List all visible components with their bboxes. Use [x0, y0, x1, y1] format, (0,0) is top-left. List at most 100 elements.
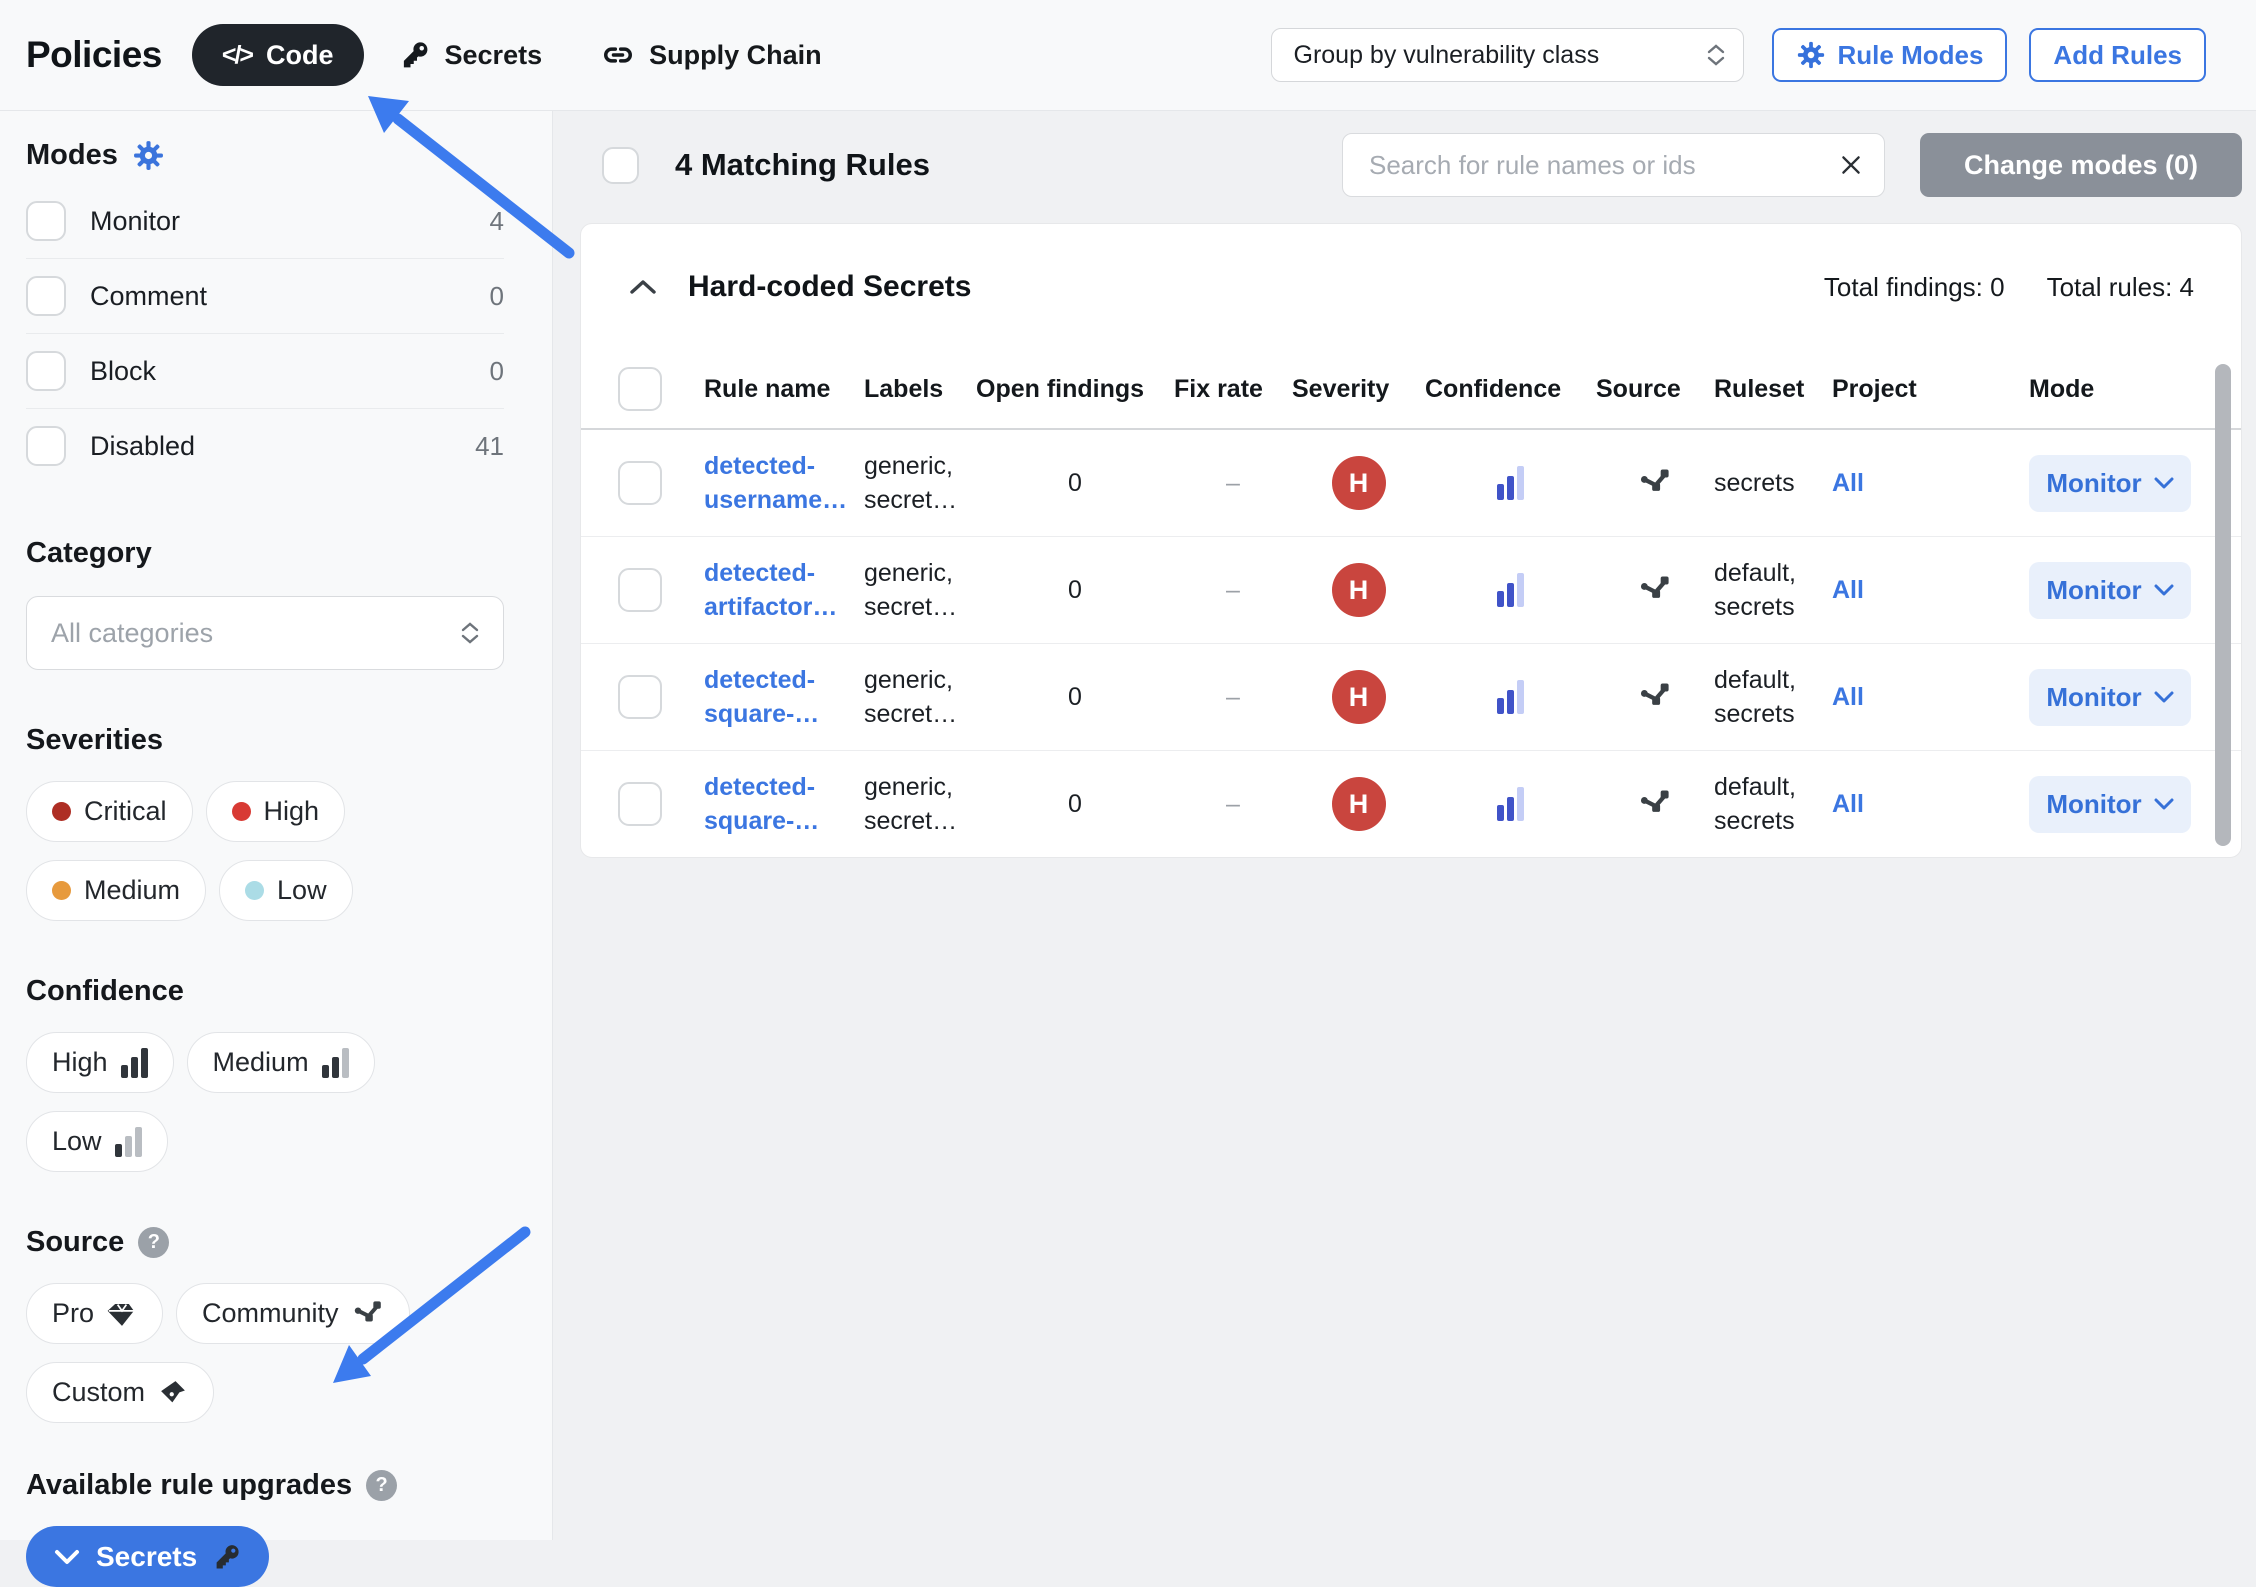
ruleset-value: default,secrets [1714, 770, 1832, 838]
tab-code[interactable]: </> Code [192, 24, 364, 86]
rule-labels: generic,secret… [864, 770, 976, 838]
row-checkbox[interactable] [618, 782, 662, 826]
rule-modes-label: Rule Modes [1838, 40, 1984, 71]
tab-secrets[interactable]: Secrets [400, 40, 543, 71]
rule-labels: generic,secret… [864, 663, 976, 731]
critical-dot-icon [52, 802, 71, 821]
source-help-icon[interactable]: ? [138, 1227, 169, 1258]
table-row: detected-artifactor… generic,secret… 0 –… [581, 537, 2241, 644]
mode-filter-list: Monitor 4 Comment 0 Block 0 Disabled 41 [26, 184, 504, 483]
row-checkbox[interactable] [618, 568, 662, 612]
confidence-low-bars-icon [115, 1127, 142, 1157]
rule-name-link[interactable]: detected-square-… [704, 770, 864, 838]
col-rule-name: Rule name [704, 375, 864, 404]
rule-name-link[interactable]: detected-artifactor… [704, 556, 864, 624]
rule-search-input[interactable] [1367, 149, 1838, 182]
severity-pill-low[interactable]: Low [219, 860, 353, 921]
col-project: Project [1832, 375, 2029, 404]
low-dot-icon [245, 881, 264, 900]
rule-name-link[interactable]: detected-username… [704, 449, 864, 517]
project-all-link[interactable]: All [1832, 790, 2029, 819]
community-source-icon [1596, 787, 1714, 821]
confidence-medium-bars-icon [322, 1048, 349, 1078]
filters-sidebar: Modes Monitor 4 Comment 0 Block 0 [0, 111, 553, 1540]
mode-count: 0 [490, 281, 504, 312]
rule-modes-button[interactable]: Rule Modes [1772, 28, 2008, 82]
category-value: All categories [51, 618, 213, 649]
add-rules-label: Add Rules [2053, 40, 2182, 71]
source-title: Source [26, 1226, 124, 1259]
collapse-chevron-icon[interactable] [626, 270, 660, 304]
vertical-scrollbar-thumb[interactable] [2215, 364, 2231, 846]
tab-secrets-label: Secrets [445, 40, 543, 71]
confidence-pill-low[interactable]: Low [26, 1111, 168, 1172]
group-by-select[interactable]: Group by vulnerability class [1271, 28, 1744, 82]
mode-dropdown[interactable]: Monitor [2029, 669, 2191, 726]
upgrades-help-icon[interactable]: ? [366, 1470, 397, 1501]
tab-code-label: Code [266, 40, 334, 71]
fix-rate-value: – [1174, 469, 1292, 498]
open-findings-value: 0 [976, 790, 1174, 819]
project-all-link[interactable]: All [1832, 683, 2029, 712]
category-title: Category [26, 537, 504, 570]
source-pill-community[interactable]: Community [176, 1283, 410, 1344]
fix-rate-value: – [1174, 576, 1292, 605]
confidence-pill-medium[interactable]: Medium [187, 1032, 375, 1093]
pill-label: Medium [213, 1047, 309, 1078]
key-icon [213, 1543, 241, 1571]
col-labels: Labels [864, 375, 976, 404]
mode-label: Monitor [90, 206, 180, 237]
source-pill-pro[interactable]: Pro [26, 1283, 163, 1344]
severity-high-badge: H [1332, 670, 1386, 724]
disabled-checkbox[interactable] [26, 426, 66, 466]
tab-supply-chain-label: Supply Chain [649, 40, 822, 71]
change-modes-button[interactable]: Change modes (0) [1920, 133, 2242, 197]
project-all-link[interactable]: All [1832, 576, 2029, 605]
mode-row-comment[interactable]: Comment 0 [26, 259, 504, 334]
high-dot-icon [232, 802, 251, 821]
category-select[interactable]: All categories [26, 596, 504, 670]
modes-settings-gear-icon[interactable] [132, 139, 165, 172]
row-checkbox[interactable] [618, 675, 662, 719]
select-all-checkbox[interactable] [602, 147, 639, 184]
add-rules-button[interactable]: Add Rules [2029, 28, 2206, 82]
matching-rules-count: 4 Matching Rules [675, 147, 930, 183]
severity-pill-critical[interactable]: Critical [26, 781, 193, 842]
severity-high-badge: H [1332, 777, 1386, 831]
severity-pill-high[interactable]: High [206, 781, 346, 842]
clear-search-icon[interactable] [1838, 152, 1864, 178]
col-source: Source [1596, 375, 1714, 404]
block-checkbox[interactable] [26, 351, 66, 391]
community-source-icon [1596, 466, 1714, 500]
rule-group-title: Hard-coded Secrets [688, 270, 971, 304]
project-all-link[interactable]: All [1832, 469, 2029, 498]
mode-dropdown[interactable]: Monitor [2029, 562, 2191, 619]
severity-high-badge: H [1332, 563, 1386, 617]
rule-labels: generic,secret… [864, 449, 976, 517]
tab-supply-chain[interactable]: Supply Chain [602, 39, 822, 71]
severity-pill-medium[interactable]: Medium [26, 860, 206, 921]
mode-count: 0 [490, 356, 504, 387]
pill-label: Critical [84, 796, 167, 827]
pill-label: Pro [52, 1298, 94, 1329]
monitor-checkbox[interactable] [26, 201, 66, 241]
comment-checkbox[interactable] [26, 276, 66, 316]
mode-row-monitor[interactable]: Monitor 4 [26, 184, 504, 259]
community-source-icon [1596, 680, 1714, 714]
source-pill-custom[interactable]: Custom [26, 1362, 214, 1423]
mode-dropdown[interactable]: Monitor [2029, 776, 2191, 833]
select-group-checkbox[interactable] [618, 367, 662, 411]
confidence-pill-high[interactable]: High [26, 1032, 174, 1093]
confidence-bars-icon [1425, 787, 1596, 821]
chevron-down-icon [54, 1548, 80, 1566]
mode-row-block[interactable]: Block 0 [26, 334, 504, 409]
mode-dropdown[interactable]: Monitor [2029, 455, 2191, 512]
modes-title: Modes [26, 139, 118, 172]
pill-label: High [264, 796, 320, 827]
secrets-upgrade-button[interactable]: Secrets [26, 1526, 269, 1587]
pill-label: Custom [52, 1377, 145, 1408]
rule-name-link[interactable]: detected-square-… [704, 663, 864, 731]
row-checkbox[interactable] [618, 461, 662, 505]
mode-row-disabled[interactable]: Disabled 41 [26, 409, 504, 483]
confidence-bars-icon [1425, 466, 1596, 500]
